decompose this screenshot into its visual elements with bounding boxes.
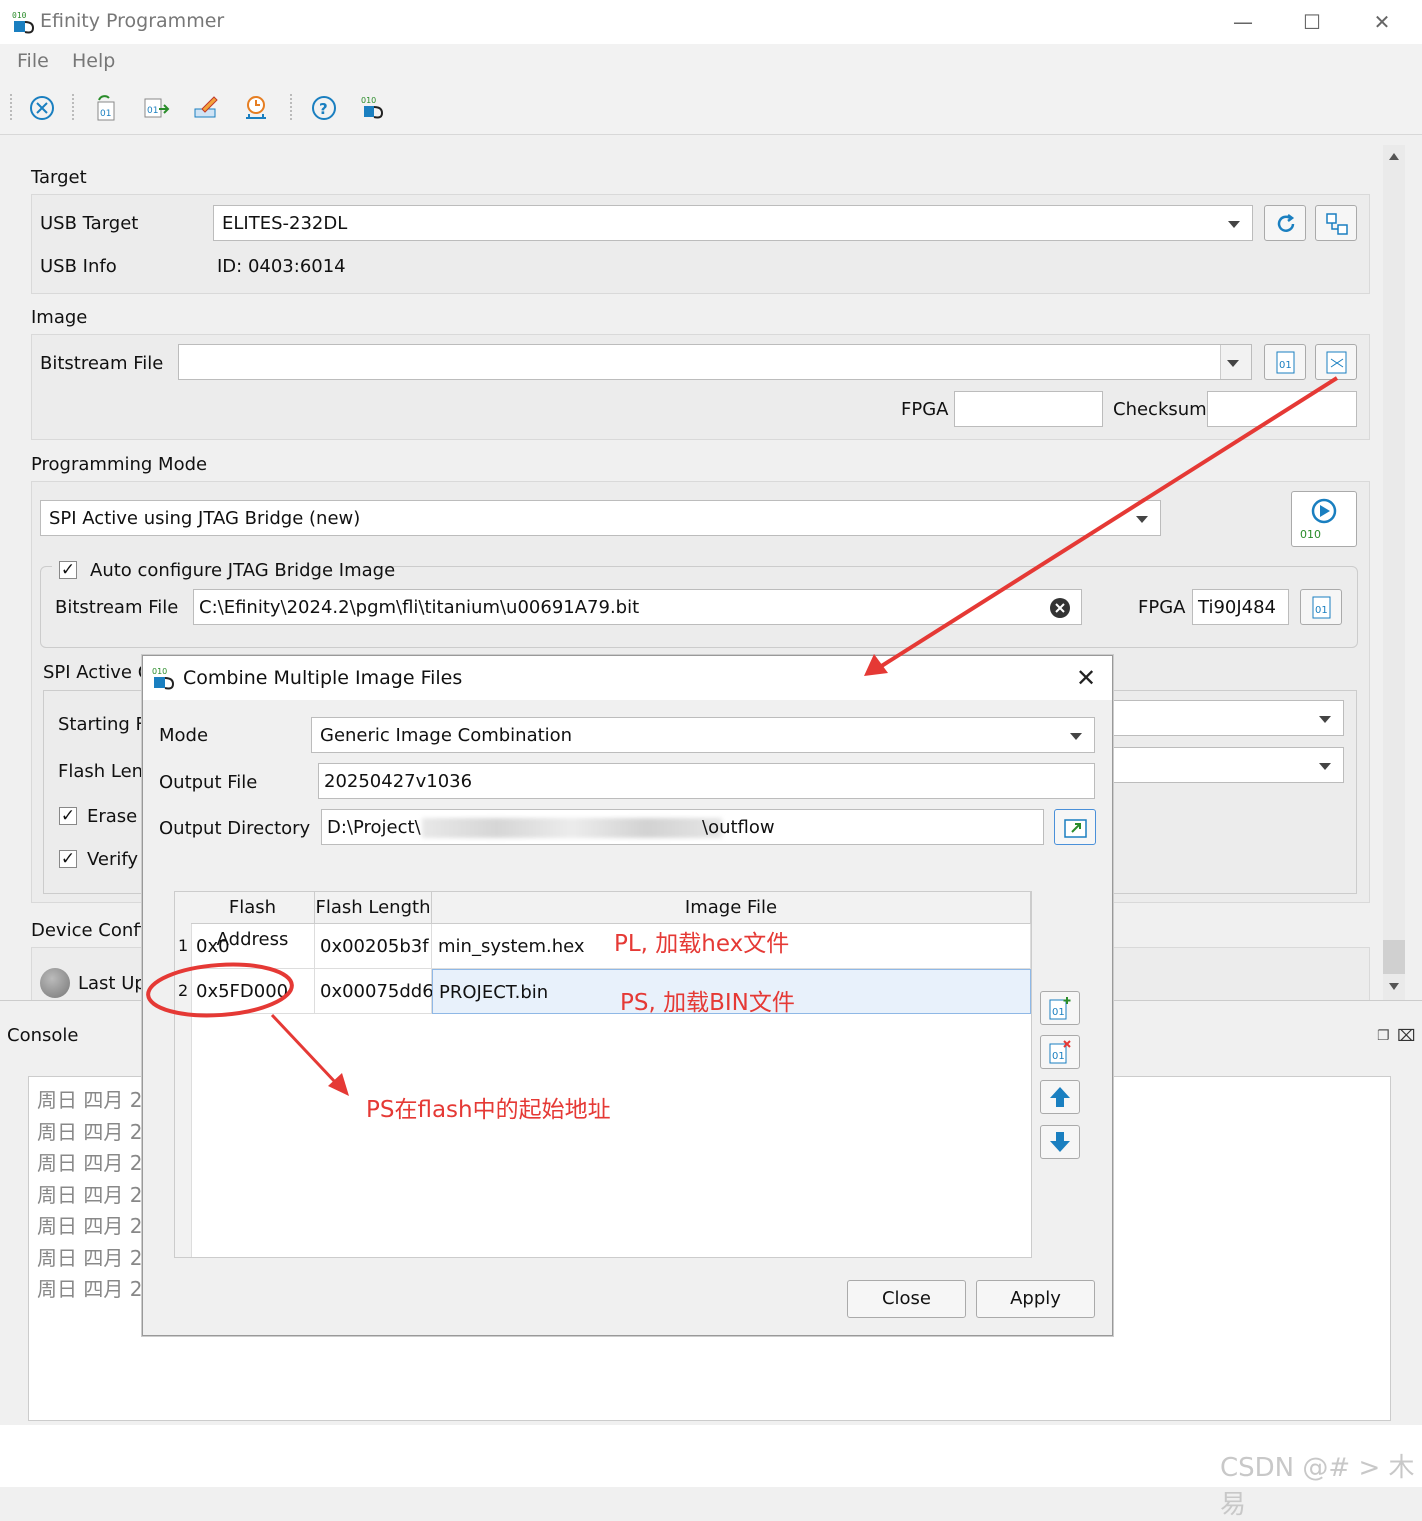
annotation-ps-address: PS在flash中的起始地址 <box>366 1097 611 1123</box>
highlight-ellipse <box>146 962 294 1018</box>
arrow-line-2 <box>270 1013 338 1085</box>
annotation-ps: PS, 加载BIN文件 <box>620 990 795 1016</box>
arrow-line <box>878 376 1339 669</box>
annotation-overlay <box>146 376 1339 1096</box>
annotation-pl: PL, 加载hex文件 <box>614 931 790 957</box>
